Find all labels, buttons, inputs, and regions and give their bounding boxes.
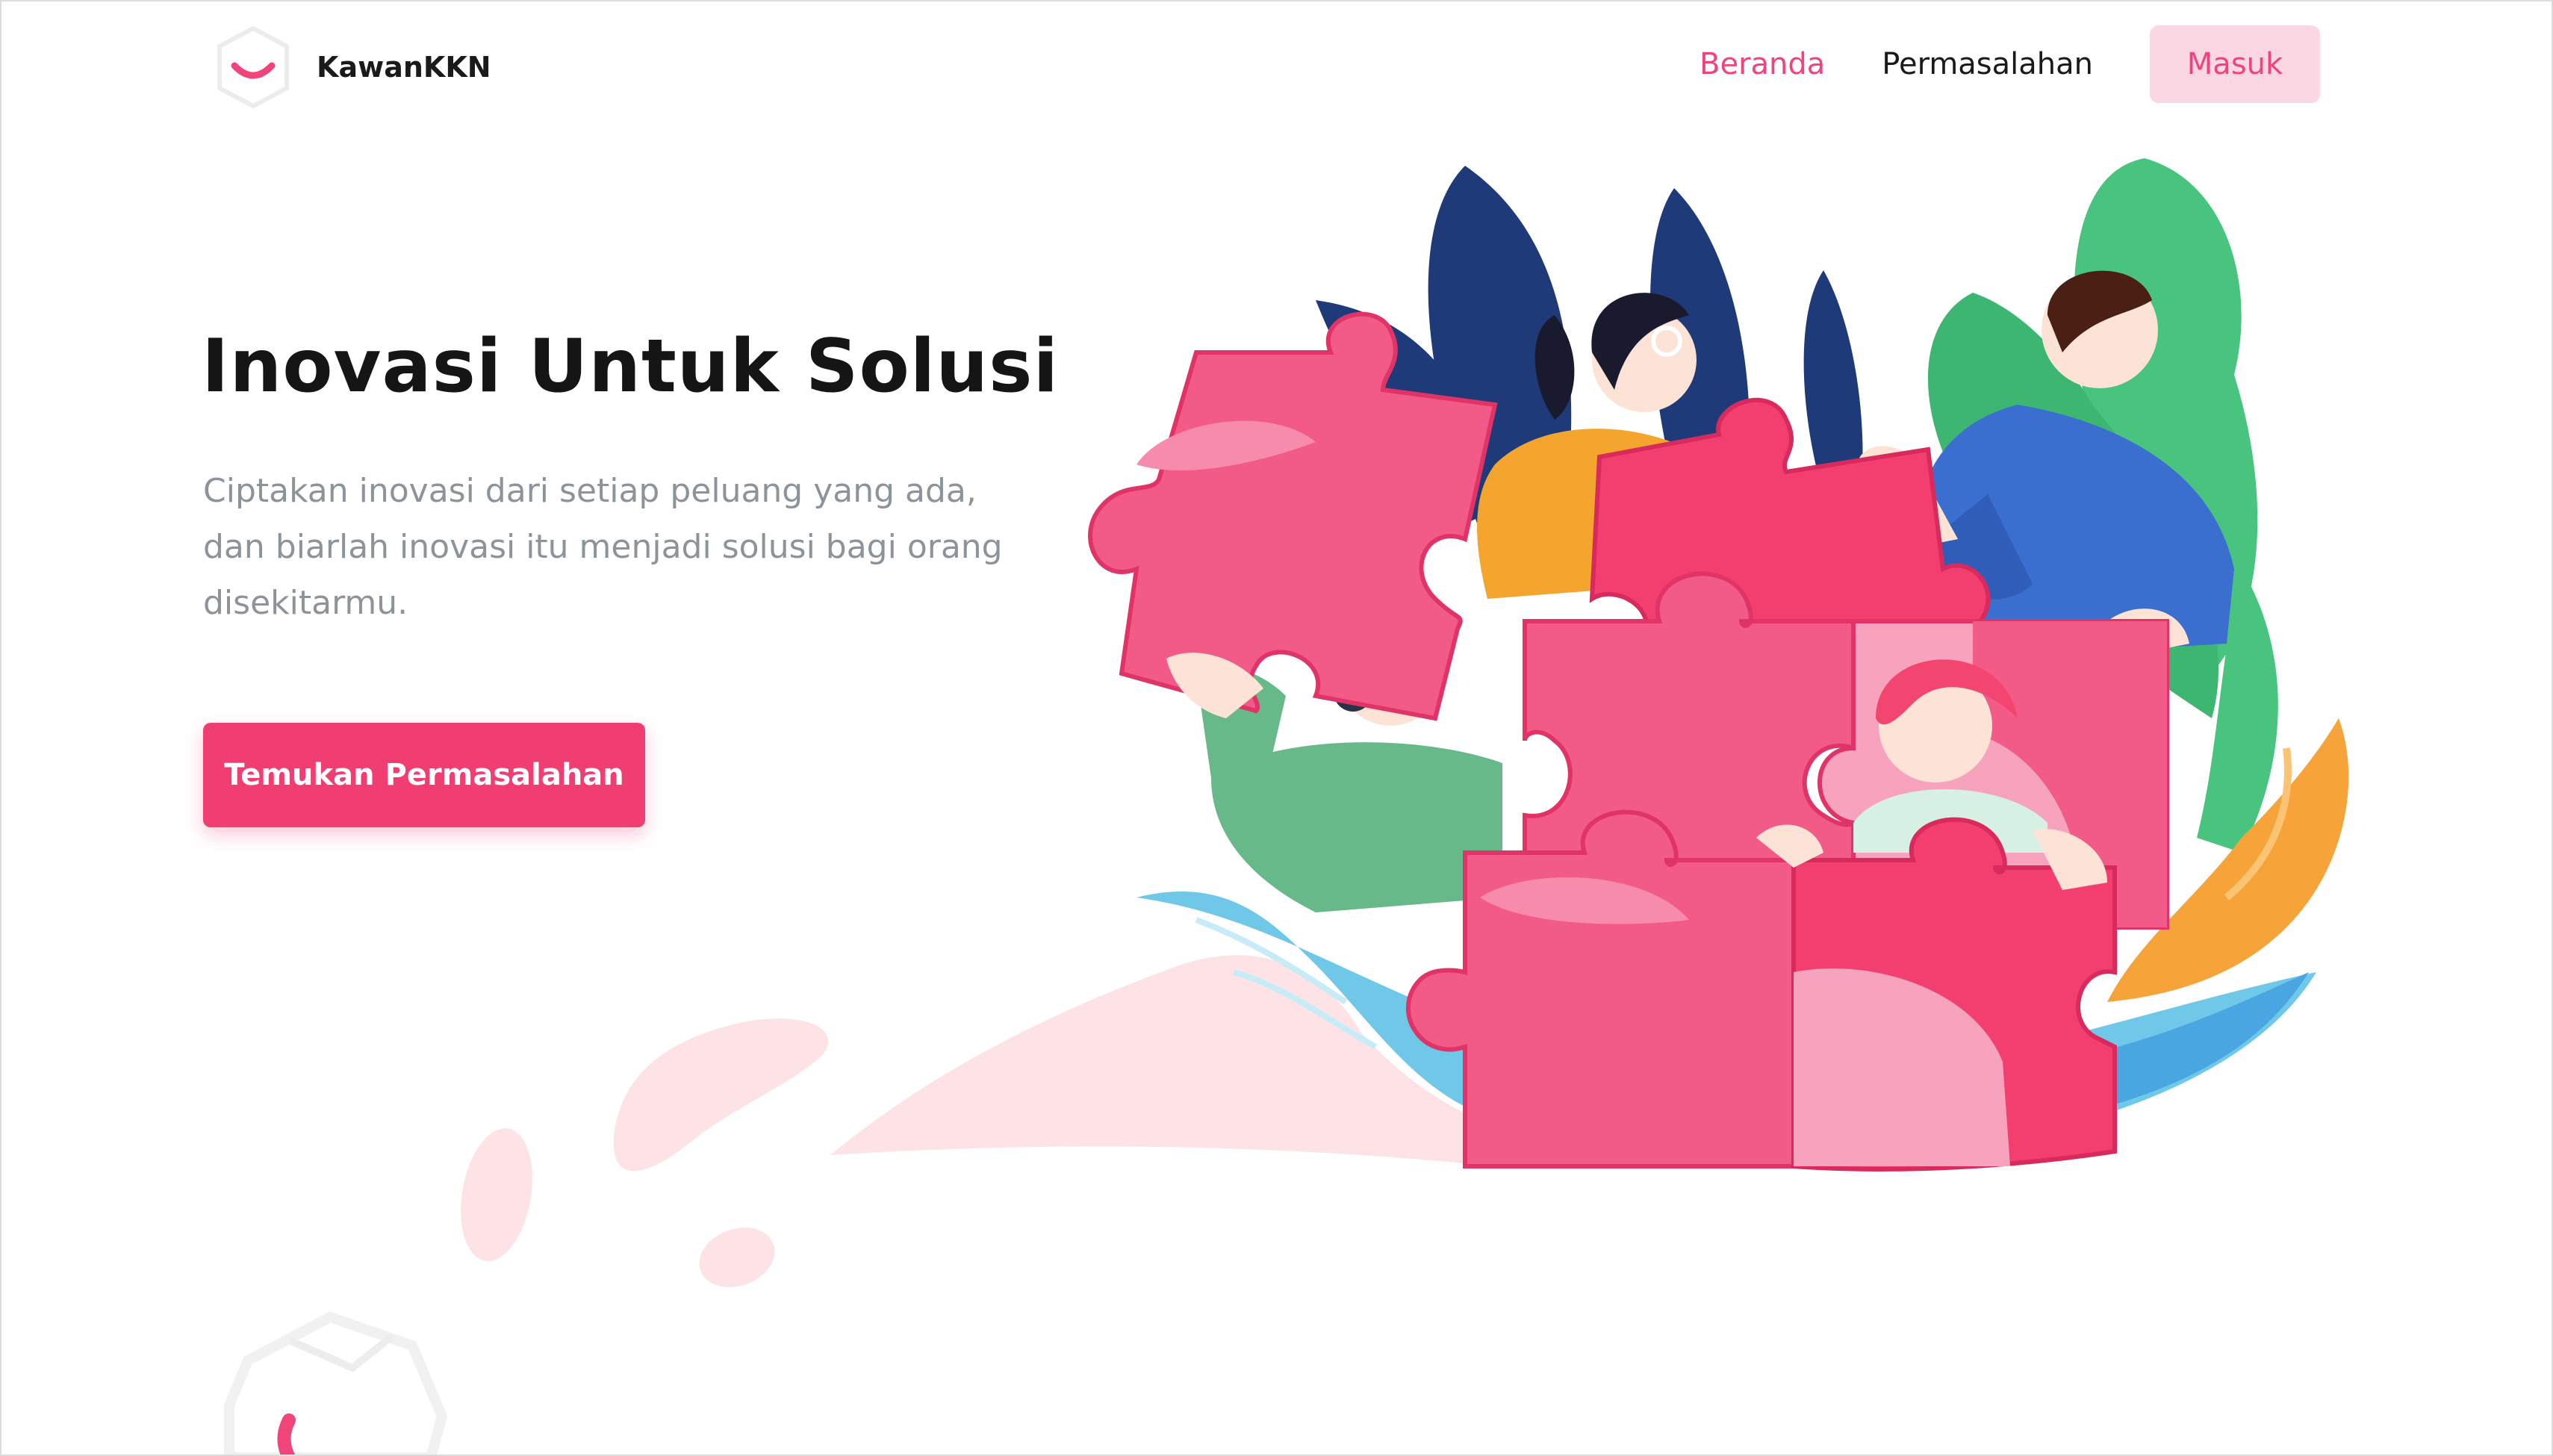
puzzle-piece-bottom-left	[1405, 809, 1796, 1169]
team-puzzle-illustration	[1088, 158, 2349, 1172]
page-frame: KawanKKN Beranda Permasalahan Masuk Inov…	[0, 0, 2553, 1456]
